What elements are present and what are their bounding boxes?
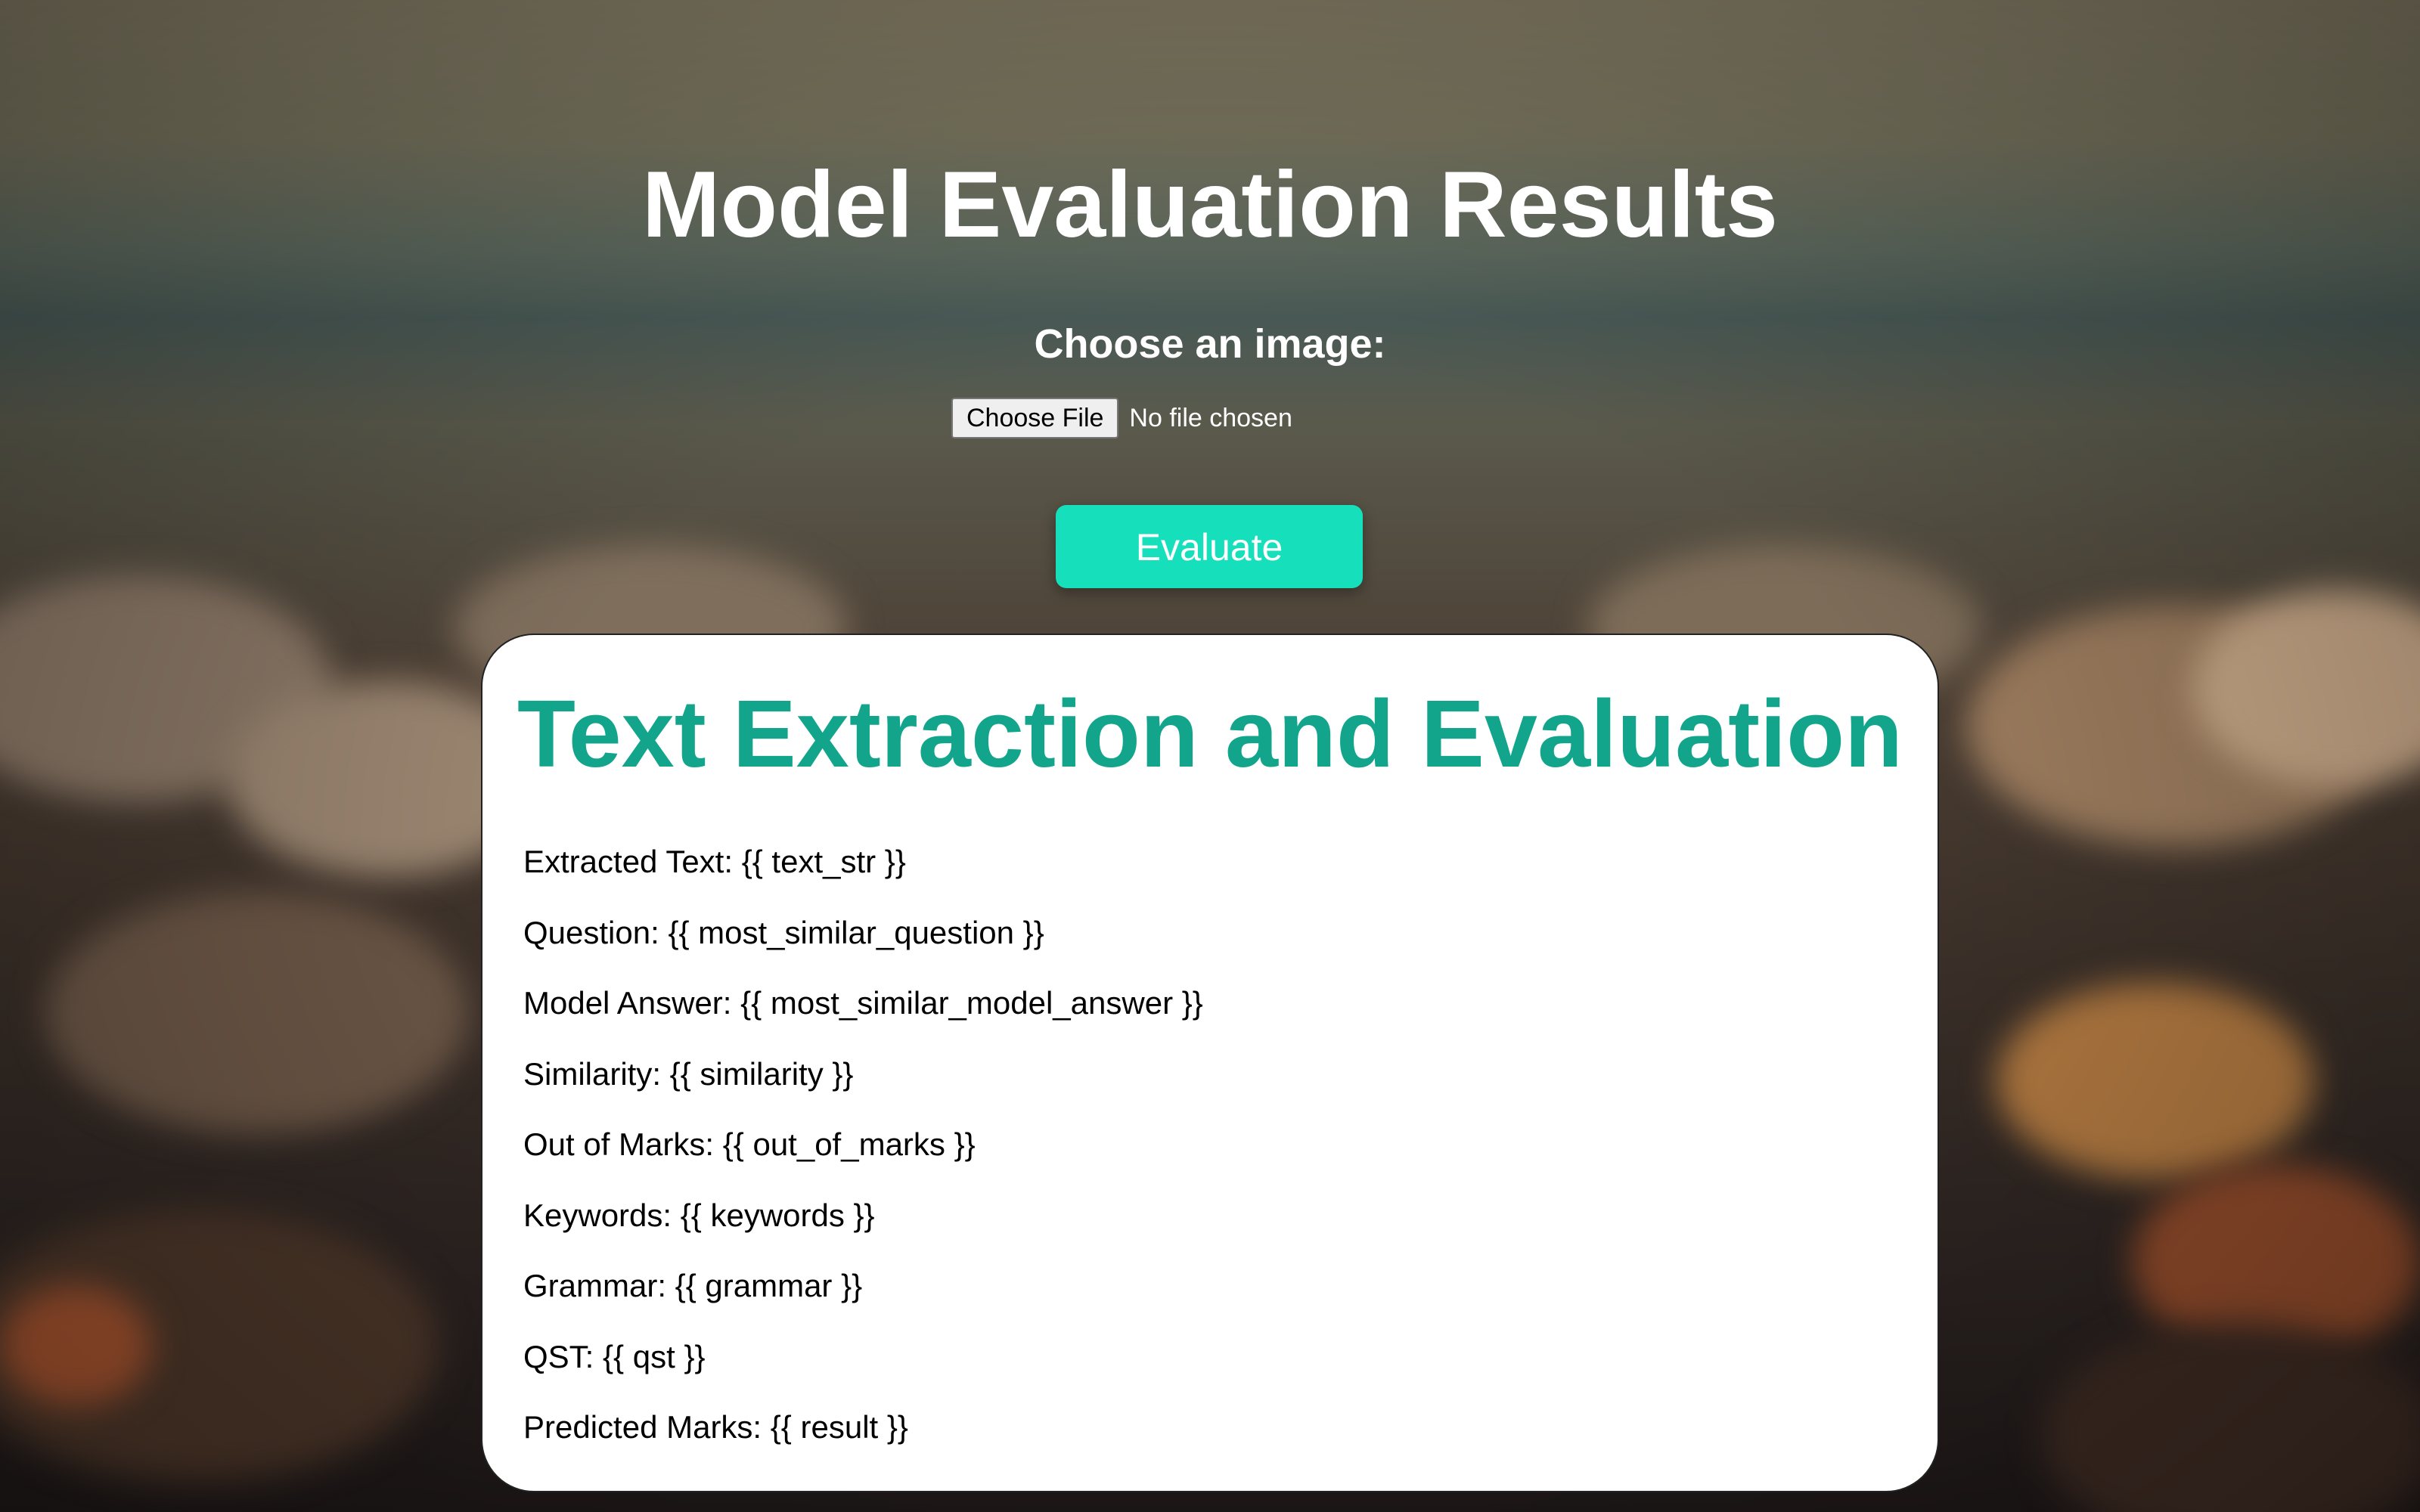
choose-file-button[interactable]: Choose File	[951, 398, 1119, 438]
result-predicted-marks: Predicted Marks: {{ result }}	[523, 1409, 908, 1445]
file-input[interactable]: Choose File No file chosen	[951, 398, 1292, 438]
result-model-answer: Model Answer: {{ most_similar_model_answ…	[523, 985, 1203, 1021]
result-question: Question: {{ most_similar_question }}	[523, 914, 1044, 950]
result-qst: QST: {{ qst }}	[523, 1338, 706, 1374]
result-out-of-marks: Out of Marks: {{ out_of_marks }}	[523, 1126, 976, 1162]
page: Model Evaluation Results Choose an image…	[0, 0, 2420, 1512]
result-grammar: Grammar: {{ grammar }}	[523, 1268, 863, 1303]
result-keywords: Keywords: {{ keywords }}	[523, 1197, 875, 1233]
result-similarity: Similarity: {{ similarity }}	[523, 1055, 854, 1092]
results-list: Extracted Text: {{ text_str }} Question:…	[523, 839, 1897, 1476]
file-status-text: No file chosen	[1129, 404, 1292, 432]
page-title: Model Evaluation Results	[641, 153, 1779, 257]
main-content: Model Evaluation Results Choose an image…	[0, 0, 2420, 1512]
upload-label: Choose an image:	[1034, 321, 1386, 367]
evaluate-button[interactable]: Evaluate	[1056, 505, 1363, 588]
results-card: Text Extraction and Evaluation Extracted…	[481, 634, 1939, 1492]
result-extracted-text: Extracted Text: {{ text_str }}	[523, 844, 906, 879]
results-card-title: Text Extraction and Evaluation	[517, 680, 1903, 787]
